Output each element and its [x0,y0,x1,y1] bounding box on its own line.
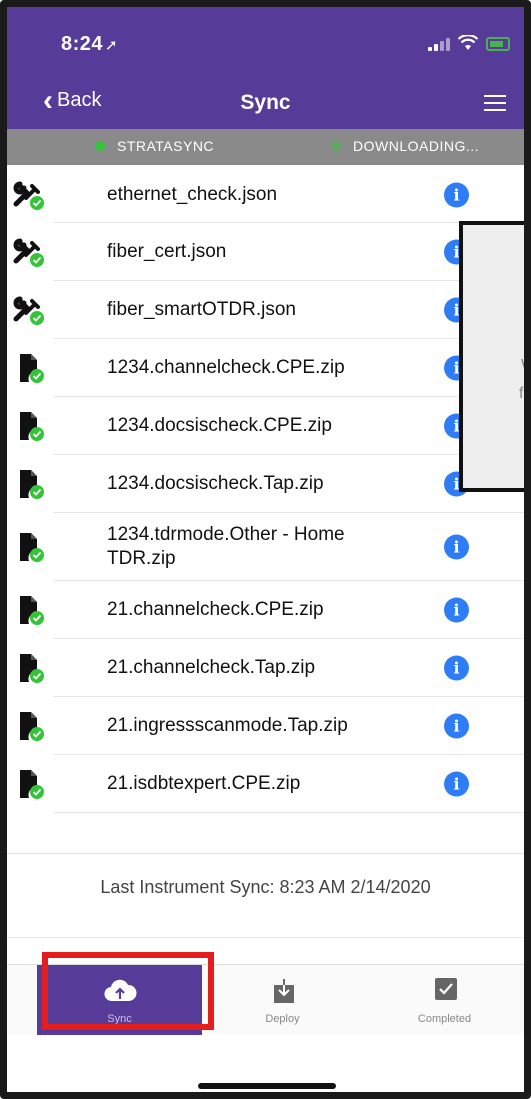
sync-status-strip: STRATASYNC DOWNLOADING... [7,129,524,165]
list-item[interactable]: 21.channelcheck.CPE.zip i [20,581,524,639]
list-item[interactable]: 21.ingressscanmode.Tap.zip i [20,697,524,755]
list-item[interactable]: fiber_cert.json i [13,223,524,281]
wrench-check-icon [12,235,46,269]
info-icon[interactable]: i [444,771,469,796]
system-icons [428,35,510,51]
header: 8:24 ➚ ‹ Back Sync [7,7,524,129]
file-name: fiber_cert.json [107,240,227,262]
tab-completed[interactable]: Completed [362,965,524,1035]
tab-deploy-label: Deploy [265,1013,300,1025]
status-bar: 8:24 ➚ [7,7,524,79]
file-check-icon [12,767,46,801]
file-name: fiber_smartOTDR.json [107,298,296,320]
download-box-icon [274,979,294,1003]
dialog-overlay: W fr [459,221,529,492]
downloading-label: DOWNLOADING... [353,138,480,154]
file-name: 21.channelcheck.CPE.zip [107,598,324,620]
stratasync-status: STRATASYNC [95,138,214,154]
file-check-icon [12,409,46,443]
battery-icon [486,37,510,51]
hamburger-menu-icon[interactable] [484,95,506,113]
stratasync-label: STRATASYNC [117,138,215,154]
location-arrow-icon: ➚ [105,37,119,54]
file-check-icon [12,530,46,564]
dialog-text: W [521,357,524,375]
file-check-icon [12,651,46,685]
checkbox-icon [435,978,457,1000]
status-dot-icon [331,141,341,151]
info-icon[interactable]: i [444,534,469,559]
wifi-icon [458,35,478,50]
status-dot-icon [95,141,105,151]
wrench-check-icon [12,178,46,212]
home-indicator[interactable] [198,1083,336,1089]
file-check-icon [12,351,46,385]
downloading-status: DOWNLOADING... [331,138,479,154]
file-name: 21.isdbtexpert.CPE.zip [107,772,301,794]
last-sync-text: Last Instrument Sync: 8:23 AM 2/14/2020 [100,877,431,897]
wrench-check-icon [12,293,46,327]
info-icon[interactable]: i [444,182,469,207]
highlight-box [42,952,214,1030]
dialog-text: fr [519,385,529,402]
list-item[interactable]: 21.isdbtexpert.CPE.zip i [20,755,524,813]
list-item[interactable]: ethernet_check.json i [13,167,524,223]
tab-completed-label: Completed [417,1013,472,1025]
file-check-icon [12,709,46,743]
divider [7,853,524,854]
nav-bar: ‹ Back Sync [7,79,524,129]
page-title: Sync [240,91,291,114]
file-name: ethernet_check.json [107,183,278,205]
file-name: 21.channelcheck.Tap.zip [107,656,316,678]
list-item[interactable]: 21.channelcheck.Tap.zip i [20,639,524,697]
list-item[interactable]: 1234.docsischeck.CPE.zip i [20,397,524,455]
file-name: 1234.tdrmode.Other - Home TDR.zip [107,523,345,569]
clock-text: 8:24 [61,33,104,55]
file-name: 1234.docsischeck.CPE.zip [107,414,332,436]
list-item[interactable]: 1234.tdrmode.Other - Home TDR.zip i [20,513,524,581]
info-icon[interactable]: i [444,713,469,738]
info-icon[interactable]: i [444,655,469,680]
signal-icon [428,38,450,51]
file-name: 21.ingressscanmode.Tap.zip [107,714,348,736]
list-item[interactable]: 1234.channelcheck.CPE.zip i [20,339,524,397]
info-icon[interactable]: i [444,597,469,622]
list-item[interactable]: 1234.docsischeck.Tap.zip i [20,455,524,513]
file-list: ethernet_check.json i fiber_cert.json i fibe… [7,167,524,813]
list-item[interactable]: fiber_smartOTDR.json i [13,281,524,339]
file-check-icon [12,467,46,501]
tab-deploy[interactable]: Deploy [200,965,365,1035]
phone-frame: 8:24 ➚ ‹ Back Sync STRATASYNC DOWNLOADIN… [0,0,531,1099]
file-name: 1234.docsischeck.Tap.zip [107,472,324,494]
file-check-icon [12,593,46,627]
status-time: 8:24 ➚ [61,33,118,56]
file-name: 1234.channelcheck.CPE.zip [107,356,345,378]
divider [7,937,524,938]
